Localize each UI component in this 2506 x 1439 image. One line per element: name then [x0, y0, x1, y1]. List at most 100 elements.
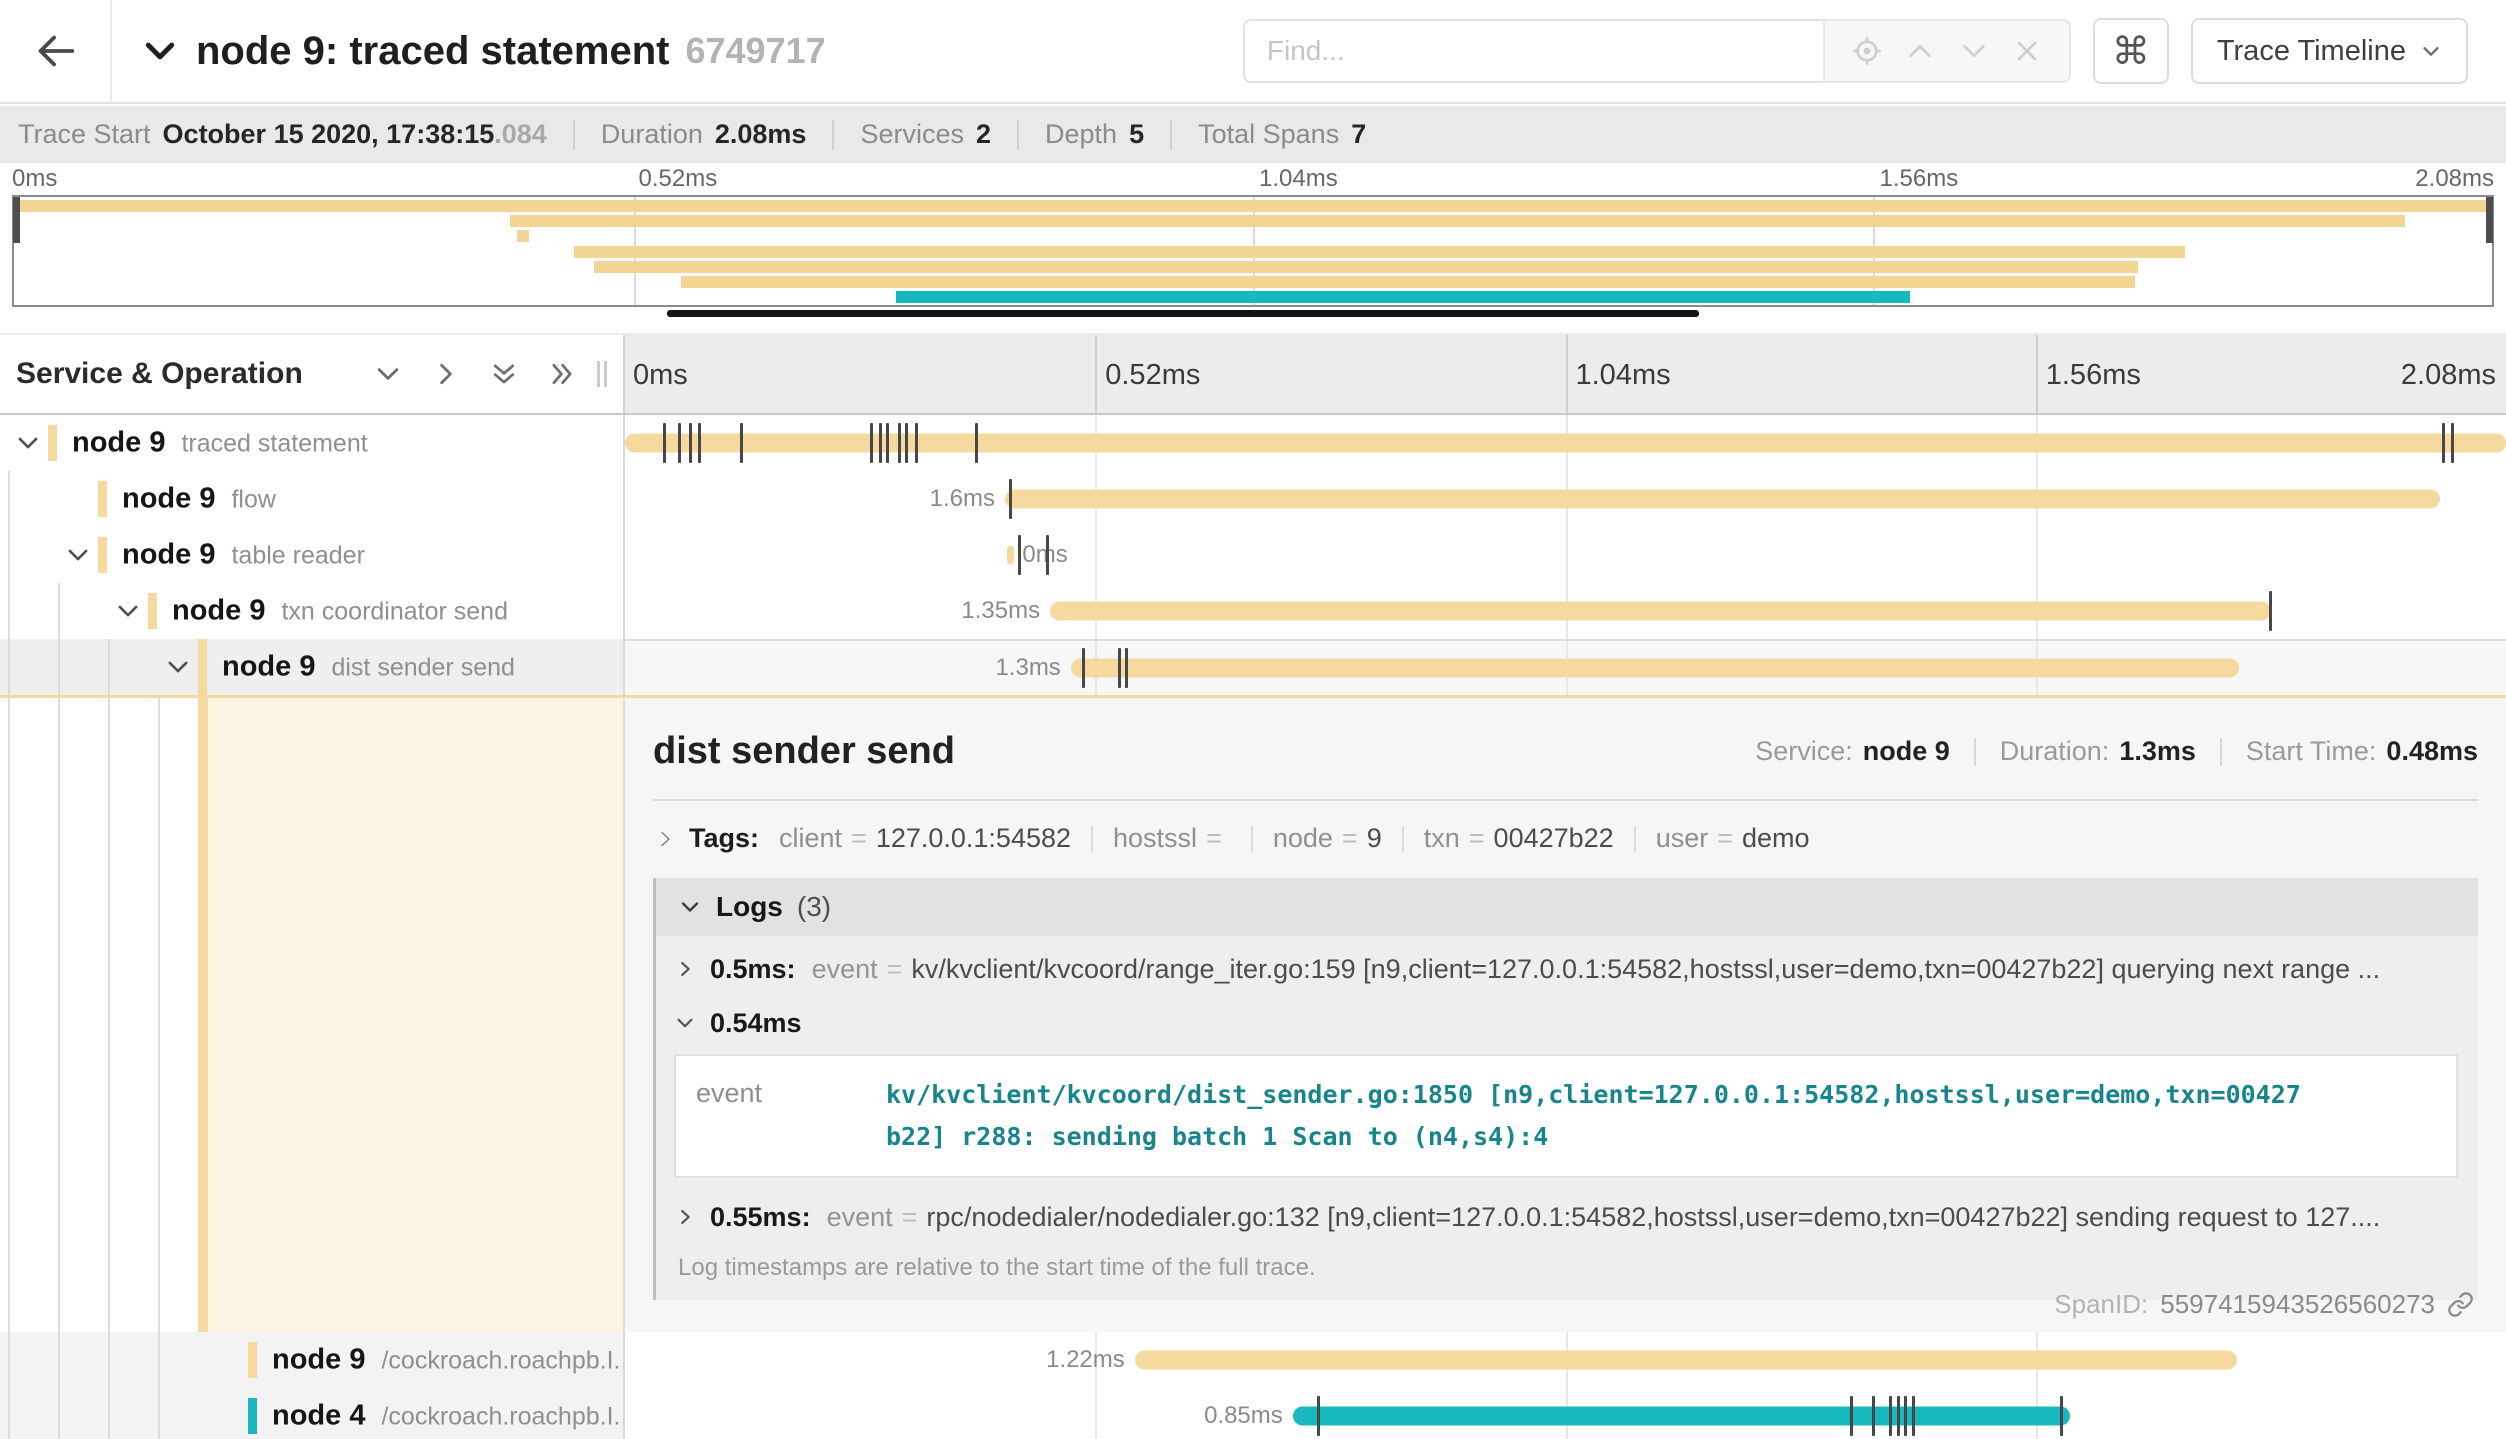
- timeline-tick-label: 2.08ms: [2401, 359, 2496, 392]
- log-marker-tick: [1850, 1396, 1853, 1436]
- viewport-scrubber-right[interactable]: [2486, 197, 2493, 243]
- span-row[interactable]: node 9/cockroach.roachpb.I...1.22ms: [0, 1332, 2506, 1388]
- expand-chevron-icon[interactable]: [14, 429, 42, 457]
- expand-chevron-icon[interactable]: [114, 597, 142, 625]
- log-timestamp: 0.55ms:: [710, 1202, 811, 1233]
- span-row[interactable]: node 9table reader 0ms: [0, 527, 2506, 583]
- span-name-column[interactable]: node 9traced statement: [0, 415, 625, 471]
- span-bar[interactable]: [1005, 490, 2440, 509]
- timeline-gridline: [1095, 527, 1097, 583]
- logs-count: (3): [797, 891, 831, 923]
- span-name-column[interactable]: node 9txn coordinator send: [0, 583, 625, 639]
- expand-all-icon[interactable]: [547, 359, 577, 389]
- indent-guide: [158, 1388, 160, 1439]
- focus-match-icon[interactable]: [1851, 35, 1883, 67]
- indent-guide: [58, 698, 60, 1332]
- stat-value: 0.48ms: [2386, 736, 2478, 767]
- summary-value: 5: [1129, 119, 1144, 150]
- span-bar[interactable]: [1007, 546, 1015, 565]
- summary-label: Depth: [1045, 119, 1117, 150]
- collapse-trace-chevron-icon[interactable]: [140, 31, 180, 71]
- span-row[interactable]: node 9flow1.6ms: [0, 471, 2506, 527]
- scrollbar-thumb[interactable]: [667, 310, 1699, 317]
- timeline-gridline: [1095, 335, 1097, 413]
- summary-label: Duration: [601, 119, 703, 150]
- log-marker-tick: [2269, 591, 2272, 631]
- span-timeline-cell[interactable]: 1.35ms: [625, 583, 2506, 639]
- span-bar[interactable]: [1135, 1351, 2237, 1370]
- span-name-column[interactable]: node 9/cockroach.roachpb.I...: [0, 1332, 625, 1388]
- span-name-column[interactable]: node 9table reader: [0, 527, 625, 583]
- clear-find-icon[interactable]: [2011, 35, 2043, 67]
- link-icon[interactable]: [2447, 1291, 2474, 1318]
- service-name: node 9table reader: [122, 539, 365, 572]
- logs-header[interactable]: Logs (3): [656, 878, 2478, 936]
- span-timeline-cell[interactable]: 0.85ms: [625, 1388, 2506, 1439]
- stat-divider: [1974, 738, 1976, 766]
- log-marker-tick: [1889, 1396, 1892, 1436]
- tag-value: demo: [1742, 823, 1810, 854]
- collapse-one-icon[interactable]: [373, 359, 403, 389]
- span-rows: node 9traced statementnode 9flow1.6msnod…: [0, 415, 2506, 695]
- span-name-column[interactable]: node 4/cockroach.roachpb.I...: [0, 1388, 625, 1439]
- indent-guide: [8, 527, 10, 583]
- column-resizer-handle[interactable]: [597, 361, 607, 387]
- viewport-scrubber-left[interactable]: [13, 197, 20, 243]
- span-row[interactable]: node 9dist sender send1.3ms: [0, 639, 2506, 695]
- span-timeline-cell[interactable]: 1.6ms: [625, 471, 2506, 527]
- span-row[interactable]: node 9txn coordinator send1.35ms: [0, 583, 2506, 639]
- span-bar[interactable]: [1071, 659, 2239, 678]
- span-timeline-cell[interactable]: [625, 415, 2506, 471]
- find-input[interactable]: [1243, 19, 1823, 83]
- summary-divider: [832, 120, 834, 150]
- minimap-tick-label: 0.52ms: [639, 165, 718, 193]
- collapse-controls: [373, 359, 577, 389]
- indent-guide: [58, 1332, 60, 1388]
- span-timeline-cell[interactable]: 1.3ms: [625, 639, 2506, 695]
- timeline-gridline: [1095, 1388, 1097, 1439]
- chevron-down-icon: [2420, 40, 2442, 62]
- span-color-bar: [248, 1398, 257, 1434]
- duration-label: 0ms: [1022, 541, 1067, 569]
- log-marker-tick: [1009, 479, 1012, 519]
- span-timeline-cell[interactable]: 0ms: [625, 527, 2506, 583]
- span-name-column[interactable]: node 9dist sender send: [0, 639, 625, 695]
- log-entry-expanded-header[interactable]: 0.54ms: [674, 998, 2460, 1048]
- log-marker-tick: [740, 423, 743, 463]
- trace-view-selector[interactable]: Trace Timeline: [2191, 18, 2468, 84]
- log-field-key: event: [812, 954, 878, 985]
- tag-divider: [1091, 826, 1093, 852]
- log-marker-tick: [1897, 1396, 1900, 1436]
- span-row[interactable]: node 9traced statement: [0, 415, 2506, 471]
- log-entry[interactable]: 0.5ms:event=kv/kvclient/kvcoord/range_it…: [674, 940, 2460, 998]
- back-button[interactable]: [0, 0, 112, 102]
- span-tags-row[interactable]: Tags:client=127.0.0.1:54582hostssl=node=…: [653, 823, 2478, 854]
- span-name-column[interactable]: node 9flow: [0, 471, 625, 527]
- indent-guide: [58, 583, 60, 639]
- span-color-bar: [198, 639, 207, 695]
- indent-guide: [158, 1332, 160, 1388]
- log-marker-tick: [2060, 1396, 2063, 1436]
- tag-divider: [1251, 826, 1253, 852]
- collapse-all-icon[interactable]: [489, 359, 519, 389]
- tag-key: client: [779, 823, 842, 854]
- next-match-icon[interactable]: [1958, 35, 1990, 67]
- log-entry[interactable]: 0.55ms:event=rpc/nodedialer/nodedialer.g…: [674, 1188, 2460, 1246]
- minimap-scrollbar: [0, 310, 2506, 318]
- tag-item: txn=00427b22: [1424, 823, 1614, 854]
- expand-one-icon[interactable]: [431, 359, 461, 389]
- keyboard-shortcuts-button[interactable]: ⌘: [2093, 18, 2169, 84]
- indent-guide: [58, 1388, 60, 1439]
- span-timeline-cell[interactable]: 1.22ms: [625, 1332, 2506, 1388]
- log-marker-tick: [1317, 1396, 1320, 1436]
- column-title: Service & Operation: [16, 357, 303, 391]
- prev-match-icon[interactable]: [1904, 35, 1936, 67]
- expand-chevron-icon[interactable]: [164, 653, 192, 681]
- span-row[interactable]: node 4/cockroach.roachpb.I...0.85ms: [0, 1388, 2506, 1439]
- span-id-label: SpanID:: [2054, 1289, 2148, 1320]
- minimap-canvas[interactable]: [12, 195, 2494, 307]
- span-bar[interactable]: [1293, 1407, 2070, 1426]
- span-bar[interactable]: [1050, 602, 2271, 621]
- operation-name: table reader: [231, 542, 364, 570]
- expand-chevron-icon[interactable]: [64, 541, 92, 569]
